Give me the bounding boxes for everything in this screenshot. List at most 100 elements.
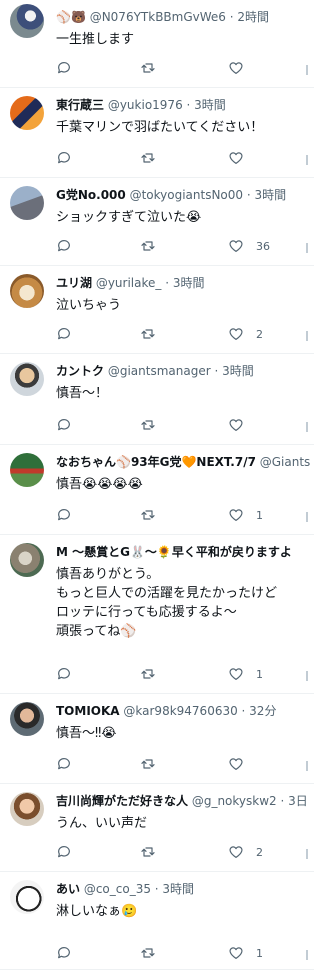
like-button[interactable] <box>228 149 244 167</box>
reply-tweet[interactable]: 東行蔵三 @yukio1976 · 3時間 千葉マリンで羽ばたいてください！ <box>0 88 314 178</box>
like-button[interactable]: 1 <box>228 665 263 683</box>
tweet-text-line: ショックすぎて泣いた😭 <box>56 210 202 225</box>
reply-button[interactable] <box>56 325 72 343</box>
tweet-text: ショックすぎて泣いた😭 <box>56 208 314 227</box>
avatar[interactable] <box>10 792 44 826</box>
share-button[interactable] <box>306 755 314 773</box>
retweet-button[interactable] <box>140 755 156 773</box>
share-button[interactable] <box>306 59 314 77</box>
reply-tweet[interactable]: 吉川尚輝がただ好きな人 @g_nokyskw2 · 3日 うん、いい声だ 2 <box>0 784 314 872</box>
share-button[interactable] <box>306 237 314 255</box>
retweet-icon <box>141 948 155 958</box>
avatar[interactable] <box>10 274 44 308</box>
tweet-actions: 1 <box>56 506 314 524</box>
reply-tweet[interactable]: G党No.000 @tokyogiantsNo00 · 3時間 ショックすぎて泣い… <box>0 178 314 266</box>
reply-tweet[interactable]: ⚾🐻 @N076YTkBBmGvWe6 · 2時間 一生推します <box>0 0 314 88</box>
like-button[interactable]: 2 <box>228 325 263 343</box>
display-name[interactable]: M ～懸賞とG🐰～🌻早く平和が戻りますよ <box>56 545 292 559</box>
like-button[interactable]: 1 <box>228 944 263 962</box>
reply-tweet[interactable]: M ～懸賞とG🐰～🌻早く平和が戻りますよ 慎吾ありがとう。 もっと巨人での活躍を見… <box>0 535 314 694</box>
share-button[interactable] <box>306 325 314 343</box>
display-name[interactable]: G党No.000 <box>56 188 126 202</box>
reply-button[interactable] <box>56 237 72 255</box>
reply-tweet[interactable]: なおちゃん⚾93年G党🧡NEXT.7/7 @Giants 慎吾😭😭😭😭 1 <box>0 445 314 535</box>
like-button[interactable] <box>228 755 244 773</box>
retweet-button[interactable] <box>140 149 156 167</box>
reply-button[interactable] <box>56 149 72 167</box>
tweet-header: G党No.000 @tokyogiantsNo00 · 3時間 <box>56 186 314 204</box>
display-name[interactable]: あい <box>56 882 80 896</box>
avatar[interactable] <box>10 186 44 220</box>
tweet-text: 慎吾～‼😭 <box>56 724 314 743</box>
retweet-button[interactable] <box>140 325 156 343</box>
handle-and-time[interactable]: @g_nokyskw2 · 3日 <box>188 794 308 808</box>
reply-icon <box>58 419 70 431</box>
share-button[interactable] <box>306 149 314 167</box>
handle-and-time[interactable]: @giantsmanager · 3時間 <box>104 364 254 378</box>
reply-button[interactable] <box>56 944 72 962</box>
handle-and-time[interactable]: @yurilake_ · 3時間 <box>92 276 205 290</box>
reply-button[interactable] <box>56 665 72 683</box>
tweet-actions <box>56 755 314 773</box>
reply-button[interactable] <box>56 755 72 773</box>
reply-button[interactable] <box>56 59 72 77</box>
handle-and-time[interactable]: @tokyogiantsNo00 · 3時間 <box>126 188 287 202</box>
retweet-button[interactable] <box>140 665 156 683</box>
avatar[interactable] <box>10 4 44 38</box>
retweet-button[interactable] <box>140 506 156 524</box>
share-button[interactable] <box>306 944 314 962</box>
like-button[interactable]: 2 <box>228 843 263 861</box>
tweet-text-line: 慎吾ありがとう。 <box>56 567 160 582</box>
tweet-text-line: 慎吾😭😭😭😭 <box>56 477 143 492</box>
tweet-header: 東行蔵三 @yukio1976 · 3時間 <box>56 96 314 114</box>
reply-button[interactable] <box>56 506 72 524</box>
display-name[interactable]: TOMIOKA <box>56 704 120 718</box>
reply-button[interactable] <box>56 843 72 861</box>
display-name[interactable]: なおちゃん⚾93年G党🧡NEXT.7/7 <box>56 455 256 469</box>
display-name[interactable]: カントク <box>56 364 104 378</box>
tweet-body: M ～懸賞とG🐰～🌻早く平和が戻りますよ 慎吾ありがとう。 もっと巨人での活躍を見… <box>56 543 314 641</box>
display-name[interactable]: 東行蔵三 <box>56 98 104 112</box>
avatar[interactable] <box>10 453 44 487</box>
reply-tweet[interactable]: ユリ湖 @yurilake_ · 3時間 泣いちゃう 2 <box>0 266 314 354</box>
reply-tweet[interactable]: あい @co_co_35 · 3時間淋しいなぁ🥲 1 <box>0 872 314 970</box>
reply-icon <box>58 947 70 959</box>
share-icon <box>306 512 310 522</box>
like-button[interactable]: 36 <box>228 237 270 255</box>
handle-and-time[interactable]: ⚾🐻 @N076YTkBBmGvWe6 · 2時間 <box>56 10 269 24</box>
reply-tweet[interactable]: TOMIOKA @kar98k94760630 · 32分慎吾～‼😭 <box>0 694 314 784</box>
share-button[interactable] <box>306 416 314 434</box>
avatar[interactable] <box>10 543 44 577</box>
like-button[interactable] <box>228 416 244 434</box>
like-icon <box>229 846 243 858</box>
avatar[interactable] <box>10 96 44 130</box>
like-icon <box>229 152 243 164</box>
avatar[interactable] <box>10 702 44 736</box>
handle-and-time[interactable]: @yukio1976 · 3時間 <box>104 98 226 112</box>
like-button[interactable]: 1 <box>228 506 263 524</box>
tweet-body: TOMIOKA @kar98k94760630 · 32分慎吾～‼😭 <box>56 702 314 743</box>
retweet-button[interactable] <box>140 843 156 861</box>
avatar[interactable] <box>10 362 44 396</box>
handle-and-time[interactable]: @Giants <box>256 455 311 469</box>
retweet-icon <box>141 329 155 339</box>
display-name[interactable]: 吉川尚輝がただ好きな人 <box>56 794 188 808</box>
retweet-button[interactable] <box>140 944 156 962</box>
retweet-button[interactable] <box>140 416 156 434</box>
share-button[interactable] <box>306 665 314 683</box>
display-name[interactable]: ユリ湖 <box>56 276 92 290</box>
share-button[interactable] <box>306 843 314 861</box>
tweet-text: 淋しいなぁ🥲 <box>56 902 314 921</box>
like-button[interactable] <box>228 59 244 77</box>
handle-and-time[interactable]: @co_co_35 · 3時間 <box>80 882 194 896</box>
retweet-icon <box>141 63 155 73</box>
handle-and-time[interactable]: @kar98k94760630 · 32分 <box>120 704 276 718</box>
retweet-button[interactable] <box>140 59 156 77</box>
retweet-button[interactable] <box>140 237 156 255</box>
tweet-text-line: 慎吾～！ <box>56 386 109 401</box>
reply-tweet[interactable]: カントク @giantsmanager · 3時間慎吾～！ <box>0 354 314 445</box>
reply-button[interactable] <box>56 416 72 434</box>
share-icon <box>306 950 310 960</box>
avatar[interactable] <box>10 880 44 914</box>
share-button[interactable] <box>306 506 314 524</box>
